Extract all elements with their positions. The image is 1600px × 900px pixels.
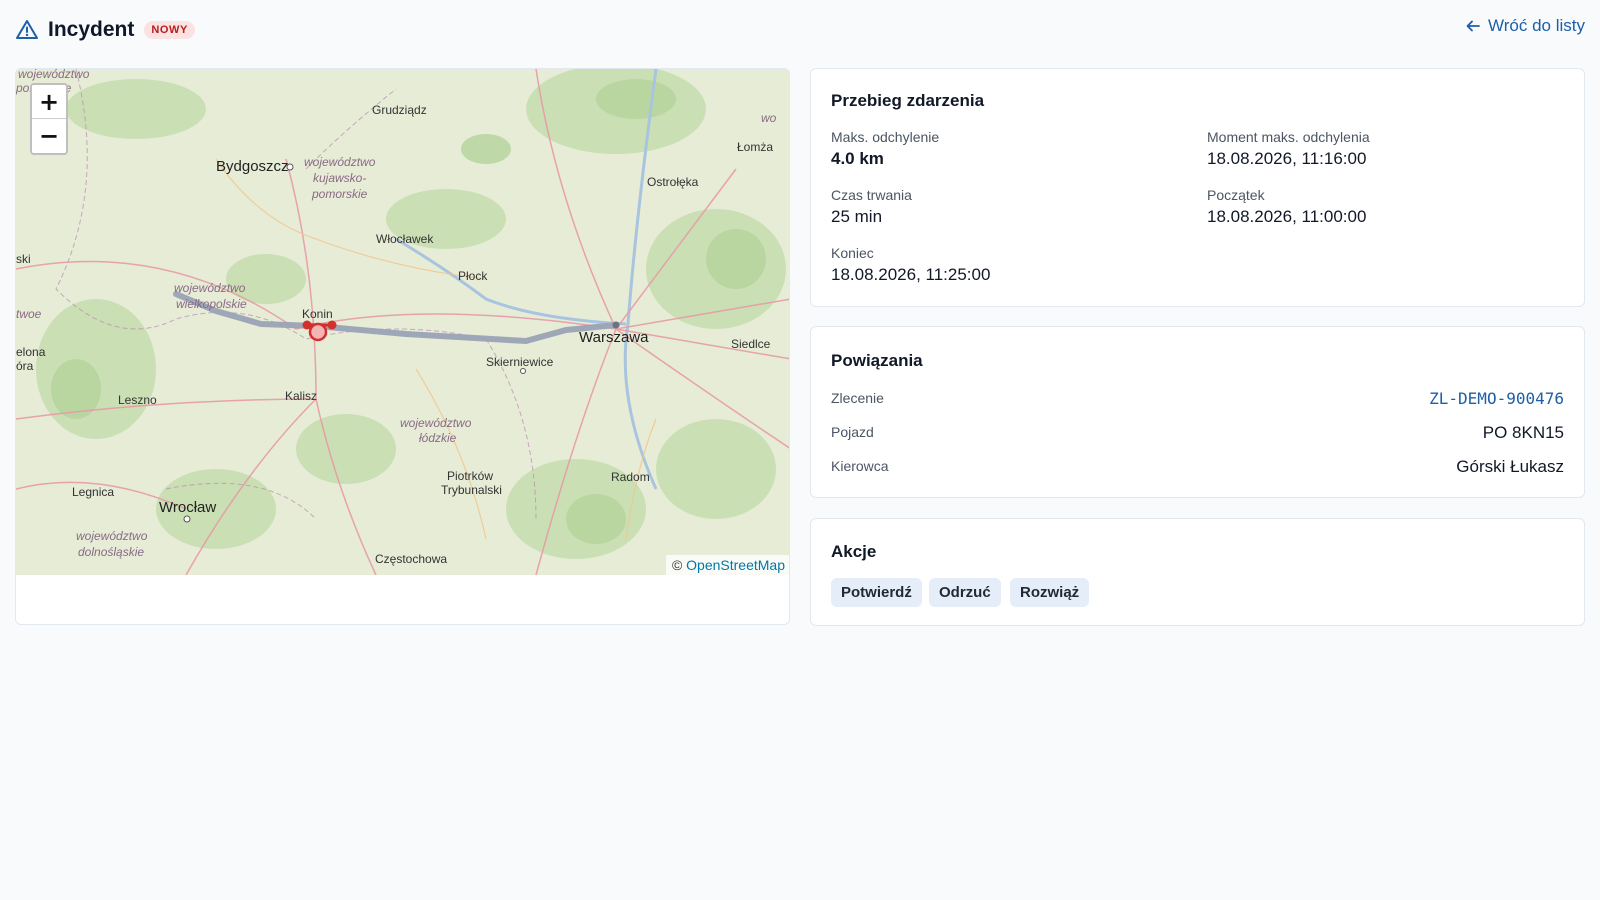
map-label: województwo (304, 155, 376, 169)
map-label: wielkopolskie (176, 297, 247, 311)
page-header: Incydent NOWY Wróć do listy (15, 16, 1585, 48)
actions-card: Akcje Potwierdź Odrzuć Rozwiąż (810, 518, 1585, 626)
map-label: Siedlce (731, 337, 771, 351)
map-card: województwo pomorskie Grudziądz wo Bydgo… (15, 68, 790, 625)
map-label: województwo (400, 416, 472, 430)
back-link-label: Wróć do listy (1488, 16, 1585, 35)
map-label: Bydgoszcz (216, 158, 289, 175)
relations-card: Powiązania Zlecenie ZL-DEMO-900476 Pojaz… (810, 326, 1585, 498)
order-link[interactable]: ZL-DEMO-900476 (1429, 389, 1564, 408)
max-deviation-moment-label: Moment maks. odchylenia (1207, 129, 1370, 145)
map-label: Kalisz (285, 389, 318, 403)
warning-triangle-icon (16, 20, 38, 39)
max-deviation-moment-value: 18.08.2026, 11:16:00 (1207, 149, 1367, 168)
card-title: Akcje (831, 542, 877, 561)
page-title: Incydent (48, 18, 135, 41)
map-label: dolnośląskie (78, 545, 145, 559)
map-view[interactable]: województwo pomorskie Grudziądz wo Bydgo… (16, 69, 789, 575)
zoom-control: + − (30, 83, 68, 155)
map-label: kujawsko- (313, 171, 367, 185)
map-label: Legnica (72, 485, 115, 499)
back-to-list-link[interactable]: Wróć do listy (1465, 16, 1585, 36)
map-label: Piotrków (447, 469, 494, 483)
start-value: 18.08.2026, 11:00:00 (1207, 207, 1367, 226)
map-label: Grudziądz (372, 103, 427, 117)
map-label: Łomża (737, 140, 774, 154)
start-label: Początek (1207, 187, 1265, 203)
map-label: Skierniewice (486, 355, 554, 369)
card-title: Powiązania (831, 351, 923, 370)
openstreetmap-link[interactable]: OpenStreetMap (686, 557, 785, 573)
max-deviation-value: 4.0 km (831, 149, 884, 168)
map-label: Radom (611, 470, 650, 484)
reject-button[interactable]: Odrzuć (929, 578, 1001, 607)
max-deviation-label: Maks. odchylenie (831, 129, 940, 145)
duration-label: Czas trwania (831, 187, 912, 203)
map-label: Płock (458, 269, 488, 283)
map-attribution: © OpenStreetMap (665, 555, 789, 575)
map-label: Włocławek (376, 232, 434, 246)
incident-timeline-card: Przebieg zdarzenia Maks. odchylenie 4.0 … (810, 68, 1585, 307)
driver-value: Górski Łukasz (1456, 457, 1564, 476)
map-label: Leszno (118, 393, 157, 407)
map-label: Wrocław (159, 499, 217, 516)
resolve-button[interactable]: Rozwiąż (1010, 578, 1090, 607)
map-label: ski (16, 252, 31, 266)
map-label: Warszawa (579, 329, 649, 346)
status-badge: NOWY (144, 21, 195, 39)
map-label: Konin (302, 307, 333, 321)
zoom-in-button[interactable]: + (32, 85, 66, 119)
map-label: Częstochowa (375, 552, 448, 566)
map-label: óra (16, 359, 34, 373)
map-label: Ostrołęka (647, 175, 699, 189)
attribution-prefix: © (671, 557, 683, 573)
vehicle-value: PO 8KN15 (1482, 423, 1564, 442)
map-tiles (16, 69, 789, 575)
driver-label: Kierowca (831, 458, 889, 474)
map-label: Trybunalski (441, 483, 502, 497)
map-label: elona (16, 345, 46, 359)
duration-value: 25 min (831, 207, 883, 226)
confirm-button[interactable]: Potwierdź (831, 578, 922, 607)
map-label: twoe (16, 307, 42, 321)
map-label: województwo (76, 529, 148, 543)
map-label: województwo (174, 281, 246, 295)
map-label: łódzkie (419, 431, 457, 445)
zoom-out-button[interactable]: − (32, 119, 66, 153)
vehicle-label: Pojazd (831, 424, 874, 440)
map-label: województwo (18, 69, 90, 81)
end-value: 18.08.2026, 11:25:00 (831, 265, 991, 284)
end-label: Koniec (831, 245, 874, 261)
map-label: pomorskie (312, 187, 368, 201)
title-wrap: Incydent NOWY (15, 18, 195, 42)
card-title: Przebieg zdarzenia (831, 91, 985, 110)
order-label: Zlecenie (831, 390, 884, 406)
arrow-left-icon (1466, 20, 1480, 32)
map-label: wo (761, 111, 777, 125)
